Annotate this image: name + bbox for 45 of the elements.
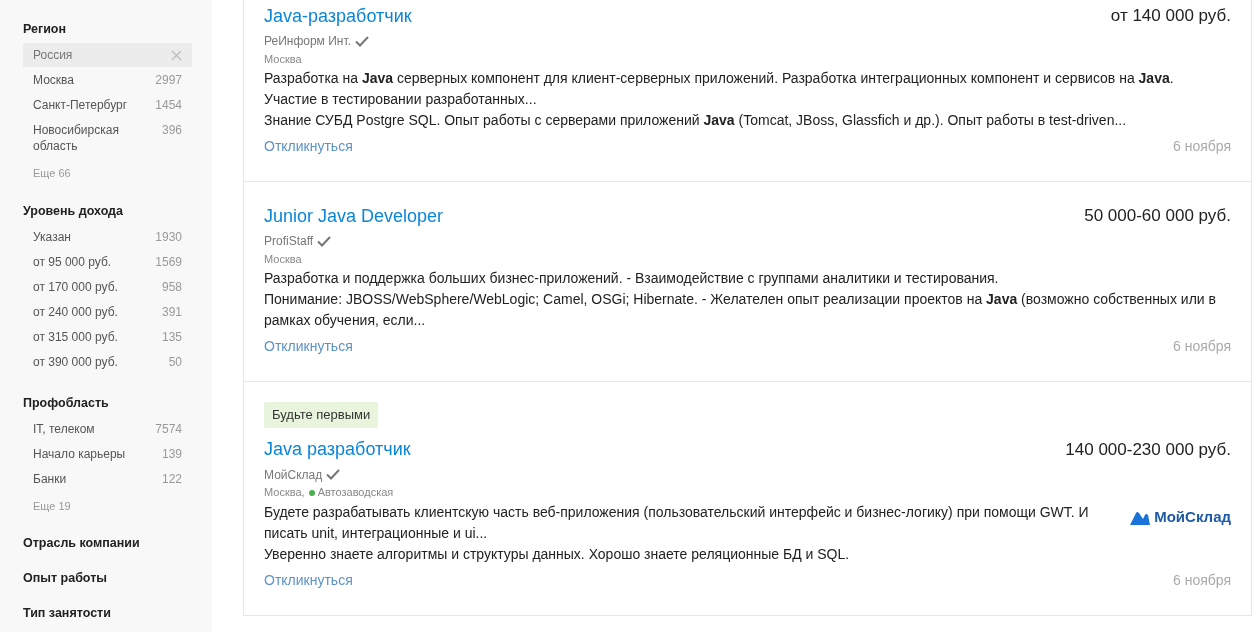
filter-option[interactable]: Начало карьеры 139	[23, 441, 192, 466]
filter-option[interactable]: Москва 2997	[23, 68, 192, 92]
filter-option[interactable]: Санкт-Петербург 1454	[23, 93, 192, 117]
publish-date: 6 ноября	[1173, 137, 1231, 156]
vacancy-title-link[interactable]: Java-разработчик	[264, 2, 412, 30]
filter-option[interactable]: Новосибирская область 396	[23, 118, 192, 158]
badge: Будьте первыми	[264, 402, 379, 428]
company-name[interactable]: МойСклад	[264, 465, 323, 484]
filter-option[interactable]: Россия	[23, 43, 192, 67]
vacancy-description: Знание СУБД Postgre SQL. Опыт работы с серверами приложений Java (Tomcat, JBoss, Glassfich и др.). Опыт работы в test-driven...	[264, 111, 1128, 130]
location: Москва,	[264, 485, 305, 501]
salary: 50 000-60 000 руб.	[1084, 205, 1231, 228]
filter-option[interactable]: от 170 000 руб. 958	[23, 274, 192, 299]
vacancy-title-link[interactable]: Java разработчик	[264, 436, 411, 463]
filter-option[interactable]: IT, телеком 7574	[23, 416, 192, 441]
filter-option[interactable]: Указан 1930	[23, 224, 192, 249]
salary: от 140 000 руб.	[1110, 5, 1231, 28]
company-logo: МойСклад	[1130, 506, 1231, 529]
vacancy-description: Разработка на Java серверных компонент для клиент-серверных приложений. Разработка интеграционных компонент и сервисов на Java. Участие в тестировании разработанных...	[264, 69, 1175, 109]
vacancy-description: Уверенно знаете алгоритмы и структуры данных. Хорошо знаете реляционные БД и SQL.	[264, 544, 851, 564]
company-name[interactable]: ProfiStaff	[264, 232, 314, 250]
filter-heading[interactable]: Отрасль компании	[23, 534, 192, 552]
metro-station: Автозаводская	[317, 485, 394, 501]
vacancy-description: Разработка и поддержка больших бизнес-приложений. - Взаимодействие с группами аналитики и тестирования.	[264, 269, 1000, 288]
vacancy-title-link[interactable]: Junior Java Developer	[264, 202, 444, 230]
location: Москва	[264, 51, 302, 67]
filter-option[interactable]: от 315 000 руб. 135	[23, 324, 192, 349]
filter-option[interactable]: Банки 122	[23, 466, 192, 491]
filter-heading[interactable]: Регион	[23, 20, 192, 38]
filter-heading[interactable]: Уровень дохода	[23, 201, 192, 220]
filter-option[interactable]: от 390 000 руб. 50	[23, 349, 192, 374]
close-icon[interactable]	[171, 50, 182, 61]
filter-heading[interactable]: Опыт работы	[23, 569, 192, 587]
filter-option[interactable]: от 240 000 руб. 391	[23, 299, 192, 324]
publish-date: 6 ноября	[1173, 337, 1231, 356]
location: Москва	[264, 251, 302, 267]
filter-option[interactable]: от 95 000 руб. 1569	[23, 249, 192, 274]
publish-date: 6 ноября	[1173, 570, 1231, 590]
salary: 140 000-230 000 руб.	[1065, 438, 1231, 461]
vacancy-description: Будете разрабатывать клиентскую часть веб-приложения (пользовательский интерфейс и бизнес-логику) при помощи GWT. И писать unit, интеграционные и ui...	[264, 502, 1090, 543]
filter-heading[interactable]: Тип занятости	[23, 604, 192, 622]
vacancy-description: Понимание: JBOSS/WebSphere/WebLogic; Camel, OSGi; Hibernate. - Желателен опыт реализации проектов на Java (возможно собственных или в рамках обучения, если...	[264, 290, 1217, 330]
logo-icon	[1130, 510, 1151, 525]
filter-heading[interactable]: Профобласть	[23, 393, 192, 412]
company-name[interactable]: РеИнформ Инт.	[264, 32, 351, 50]
